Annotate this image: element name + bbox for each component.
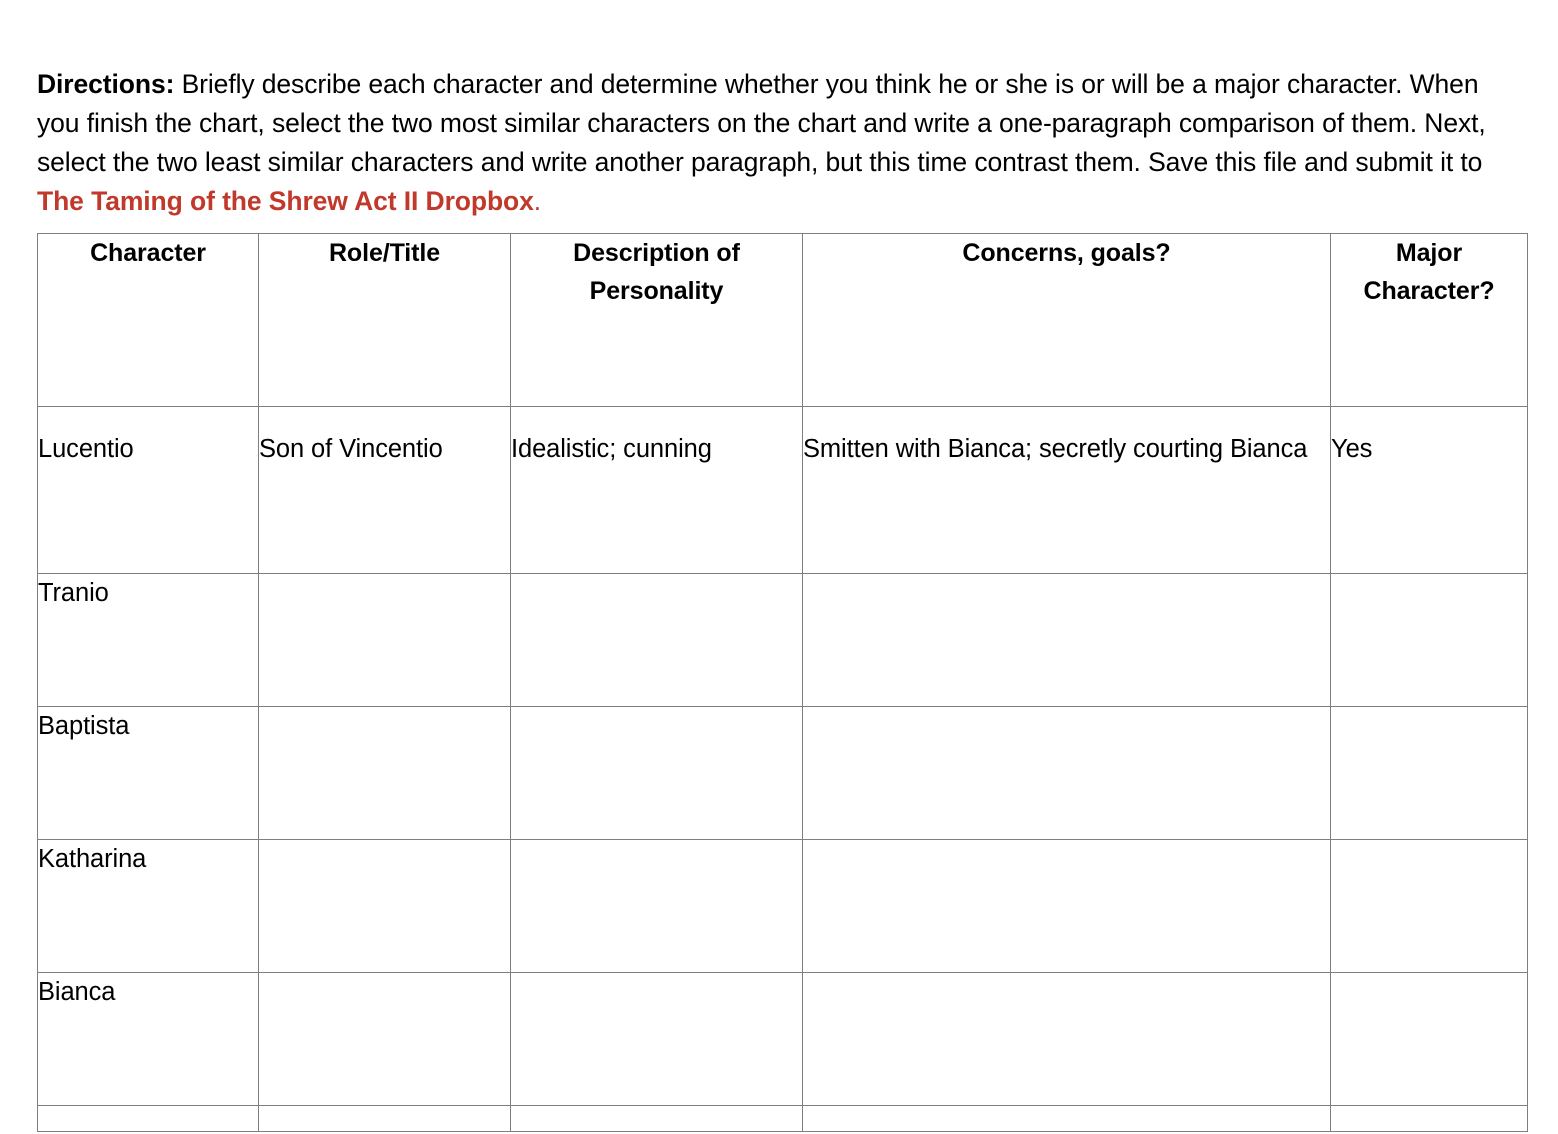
- cell-text-character: Bianca: [38, 978, 116, 1006]
- cell-role[interactable]: [258, 573, 511, 707]
- cell-character[interactable]: Tranio: [37, 573, 259, 707]
- cell-concerns[interactable]: [802, 839, 1331, 973]
- cell-text-role: [259, 973, 510, 974]
- cell-text-character: [38, 1106, 258, 1107]
- cell-text-major: [1331, 574, 1527, 575]
- cell-text-role: [259, 1106, 510, 1107]
- column-header-character: Character: [37, 233, 259, 407]
- table-row: Katharina: [37, 839, 1528, 973]
- cell-major[interactable]: [1330, 573, 1528, 707]
- cell-text-concerns: [803, 707, 1330, 708]
- cell-text-personality: [511, 574, 802, 575]
- cell-character[interactable]: Bianca: [37, 972, 259, 1106]
- cell-personality[interactable]: [510, 839, 803, 973]
- column-header-major: Major Character?: [1330, 233, 1528, 407]
- cell-major[interactable]: [1330, 1105, 1528, 1132]
- cell-text-concerns: [803, 840, 1330, 841]
- cell-text-major: [1331, 707, 1527, 708]
- worksheet-page: Directions: Briefly describe each charac…: [0, 0, 1558, 1134]
- column-header-concerns: Concerns, goals?: [802, 233, 1331, 407]
- directions-body-text: Briefly describe each character and dete…: [37, 68, 1486, 177]
- cell-text-major: [1331, 973, 1527, 974]
- cell-role[interactable]: [258, 972, 511, 1106]
- cell-text-major: [1331, 1106, 1527, 1107]
- cell-text-role: [259, 840, 510, 841]
- table-body: Lucentio Son of Vincentio Idealistic; cu…: [37, 406, 1528, 1132]
- cell-text-role: Son of Vincentio: [259, 435, 443, 463]
- dropbox-link[interactable]: The Taming of the Shrew Act II Dropbox: [37, 186, 534, 216]
- table-header: Character Role/Title Description of Pers…: [37, 233, 1528, 407]
- cell-personality[interactable]: [510, 706, 803, 840]
- cell-role[interactable]: [258, 1105, 511, 1132]
- table-row: [37, 1105, 1528, 1132]
- cell-text-concerns: [803, 1106, 1330, 1107]
- cell-text-personality: [511, 840, 802, 841]
- table-row: Tranio: [37, 573, 1528, 707]
- cell-personality[interactable]: [510, 573, 803, 707]
- cell-text-role: [259, 574, 510, 575]
- character-chart-container: Character Role/Title Description of Pers…: [37, 233, 1528, 1132]
- cell-role[interactable]: [258, 706, 511, 840]
- cell-text-character: Katharina: [38, 845, 147, 873]
- directions-label: Directions:: [37, 68, 175, 99]
- cell-text-concerns: [803, 574, 1330, 575]
- cell-role[interactable]: Son of Vincentio: [258, 406, 511, 574]
- cell-major[interactable]: Yes: [1330, 406, 1528, 574]
- cell-text-character: Baptista: [38, 712, 130, 740]
- directions-trailing-period: .: [533, 185, 542, 216]
- cell-concerns[interactable]: [802, 972, 1331, 1106]
- cell-text-personality: [511, 973, 802, 974]
- cell-character[interactable]: [37, 1105, 259, 1132]
- cell-concerns[interactable]: [802, 706, 1331, 840]
- cell-text-character: Lucentio: [38, 435, 134, 463]
- table-row: Lucentio Son of Vincentio Idealistic; cu…: [37, 406, 1528, 574]
- cell-character[interactable]: Baptista: [37, 706, 259, 840]
- cell-personality[interactable]: [510, 1105, 803, 1132]
- cell-text-personality: Idealistic; cunning: [511, 435, 712, 463]
- cell-major[interactable]: [1330, 972, 1528, 1106]
- character-chart-table: Character Role/Title Description of Pers…: [37, 233, 1528, 1132]
- cell-text-character: Tranio: [38, 579, 109, 607]
- cell-text-concerns: [803, 973, 1330, 974]
- cell-major[interactable]: [1330, 839, 1528, 973]
- cell-character[interactable]: Katharina: [37, 839, 259, 973]
- cell-text-personality: [511, 707, 802, 708]
- column-header-personality: Description of Personality: [510, 233, 803, 407]
- cell-personality[interactable]: [510, 972, 803, 1106]
- column-header-role: Role/Title: [258, 233, 511, 407]
- directions-paragraph: Directions: Briefly describe each charac…: [37, 65, 1497, 221]
- cell-concerns[interactable]: [802, 1105, 1331, 1132]
- cell-personality[interactable]: Idealistic; cunning: [510, 406, 803, 574]
- cell-character[interactable]: Lucentio: [37, 406, 259, 574]
- header-row: Character Role/Title Description of Pers…: [37, 233, 1528, 407]
- cell-text-role: [259, 707, 510, 708]
- cell-concerns[interactable]: Smitten with Bianca; secretly courting B…: [802, 406, 1331, 574]
- table-row: Bianca: [37, 972, 1528, 1106]
- cell-concerns[interactable]: [802, 573, 1331, 707]
- cell-text-personality: [511, 1106, 802, 1107]
- cell-text-concerns: Smitten with Bianca; secretly courting B…: [803, 435, 1308, 463]
- cell-major[interactable]: [1330, 706, 1528, 840]
- cell-role[interactable]: [258, 839, 511, 973]
- cell-text-major: Yes: [1331, 435, 1373, 463]
- table-row: Baptista: [37, 706, 1528, 840]
- cell-text-major: [1331, 840, 1527, 841]
